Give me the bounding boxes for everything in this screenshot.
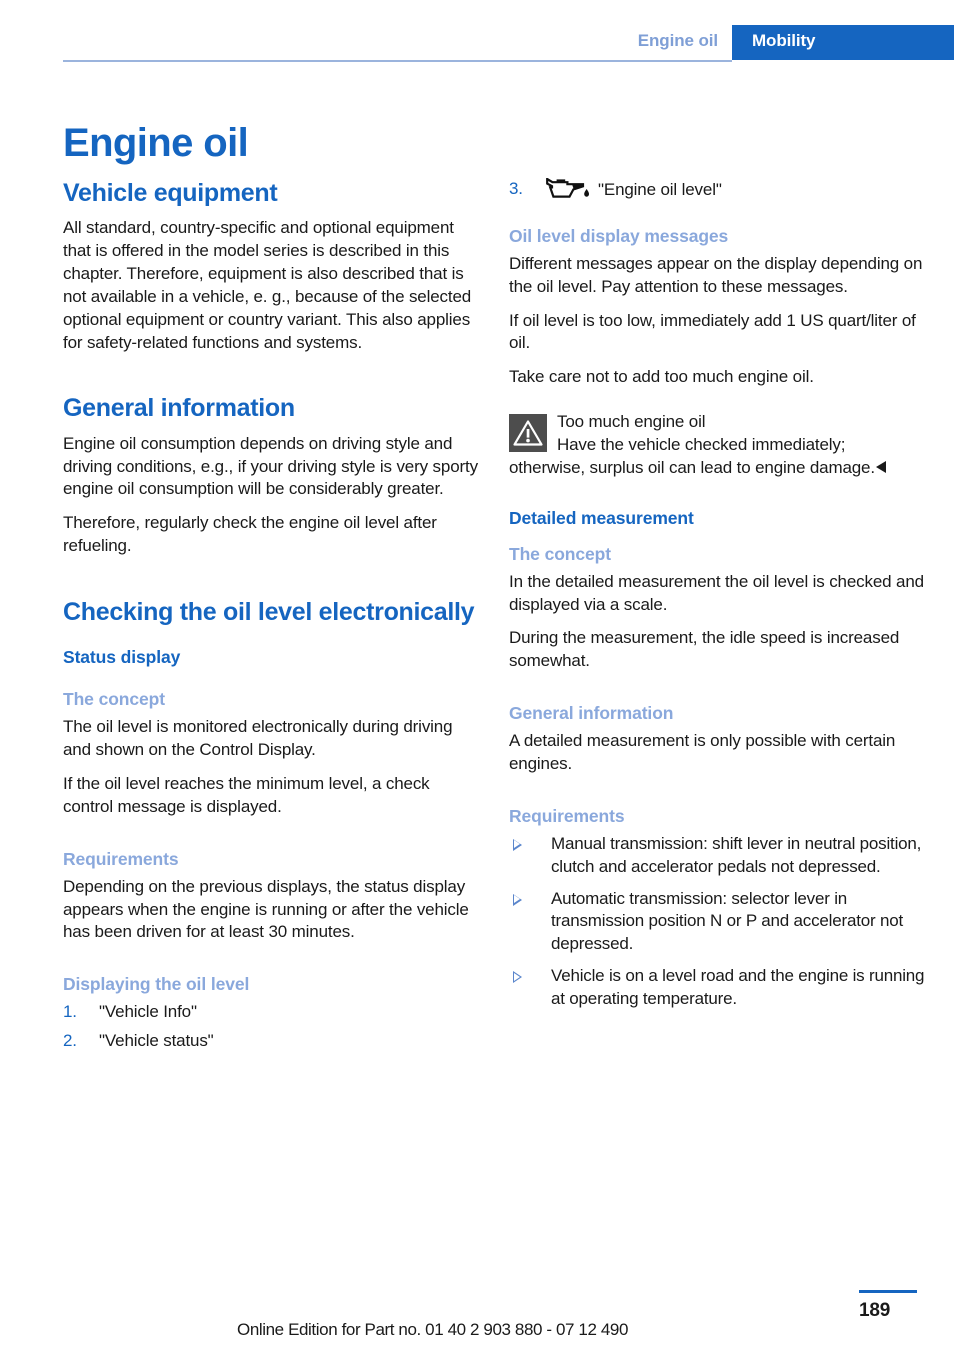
list-item: Manual transmission: shift lever in neut… [509, 833, 929, 879]
heading-requirements-left: Requirements [63, 848, 179, 869]
page-header: Engine oil Mobility [0, 0, 954, 72]
triangle-bullet-inner [514, 895, 520, 904]
heading-the-concept-left: The concept [63, 689, 165, 710]
list-item-step-3: 3. "Engine oil level" [509, 177, 929, 207]
section-tab-label: Mobility [752, 31, 816, 50]
heading-general-information-right: General information [509, 703, 674, 724]
paragraph-the-concept-right-2: During the measurement, the idle speed i… [509, 628, 900, 671]
heading-the-concept-right: The concept [509, 543, 611, 564]
paragraph-the-concept-left-1: The oil level is monitored electronicall… [63, 717, 453, 760]
warning-body-rest-text: otherwise, surplus oil can lead to engin… [509, 457, 875, 477]
warning-body-rest: otherwise, surplus oil can lead to engin… [509, 457, 929, 480]
step-number: 1. [63, 1002, 77, 1022]
header-divider [63, 60, 732, 62]
heading-detailed-measurement: Detailed measurement [509, 507, 694, 528]
heading-general-information: General information [63, 394, 295, 423]
paragraph-general-information-2: Therefore, regularly check the engine oi… [63, 513, 437, 556]
paragraph-oil-level-messages-3: Take care not to add too much engine oil… [509, 367, 814, 387]
paragraph-general-information-1: Engine oil consumption depends on drivin… [63, 433, 478, 499]
heading-displaying-oil-level: Displaying the oil level [63, 974, 250, 995]
warning-body-start: Have the vehicle checked immediately; [557, 435, 846, 455]
warning-title: Too much engine oil [557, 412, 706, 432]
requirements-list: Manual transmission: shift lever in neut… [509, 833, 929, 1011]
heading-checking-oil-level: Checking the oil level electronically [63, 597, 475, 626]
triangle-bullet-inner [514, 972, 520, 981]
paragraph-requirements-left: Depending on the previous displays, the … [63, 876, 469, 942]
end-of-warning-marker [875, 460, 886, 473]
list-item: 1. "Vehicle Info" [63, 1001, 483, 1024]
triangle-bullet-inner [514, 840, 520, 849]
running-title: Engine oil [637, 31, 718, 50]
list-item-text: Vehicle is on a level road and the engin… [551, 966, 925, 1009]
paragraph-the-concept-right-1: In the detailed measurement the oil leve… [509, 571, 924, 614]
list-item: Vehicle is on a level road and the engin… [509, 965, 929, 1011]
list-item-text: Manual transmission: shift lever in neut… [551, 833, 922, 876]
heading-oil-level-display-messages: Oil level display messages [509, 225, 729, 246]
page-number: 189 [859, 1300, 891, 1321]
warning-block: Too much engine oil Have the vehicle che… [509, 411, 929, 480]
page-number-rule [859, 1290, 917, 1293]
paragraph-oil-level-messages-2: If oil level is too low, immediately add… [509, 310, 916, 353]
step-text: "Vehicle status" [99, 1031, 214, 1051]
step-number: 2. [63, 1031, 77, 1051]
heading-requirements-right: Requirements [509, 805, 625, 826]
paragraph-general-information-right: A detailed measurement is only possible … [509, 731, 896, 774]
heading-vehicle-equipment: Vehicle equipment [63, 179, 278, 207]
paragraph-oil-level-messages-1: Different messages appear on the display… [509, 253, 923, 296]
step-text: "Vehicle Info" [99, 1002, 197, 1022]
step-number: 3. [509, 179, 523, 198]
warning-triangle-icon [509, 414, 547, 453]
paragraph-the-concept-left-2: If the oil level reaches the minimum lev… [63, 773, 430, 816]
left-column: Vehicle equipment All standard, country-… [63, 178, 483, 1059]
footer-note: Online Edition for Part no. 01 40 2 903 … [237, 1320, 629, 1339]
paragraph-vehicle-equipment: All standard, country-specific and optio… [63, 218, 472, 352]
list-item: 2. "Vehicle status" [63, 1030, 483, 1053]
oil-can-icon [545, 177, 591, 207]
list-item: Automatic transmission: selector lever i… [509, 888, 929, 957]
right-column: 3. "Engine oil level" Oil level display … [509, 177, 929, 1011]
page-title: Engine oil [63, 120, 249, 165]
list-item-text: Automatic transmission: selector lever i… [551, 888, 903, 954]
step-3-text: "Engine oil level" [598, 180, 722, 199]
displaying-oil-level-steps: 1. "Vehicle Info" 2. "Vehicle status" [63, 1001, 483, 1053]
heading-status-display: Status display [63, 647, 181, 668]
